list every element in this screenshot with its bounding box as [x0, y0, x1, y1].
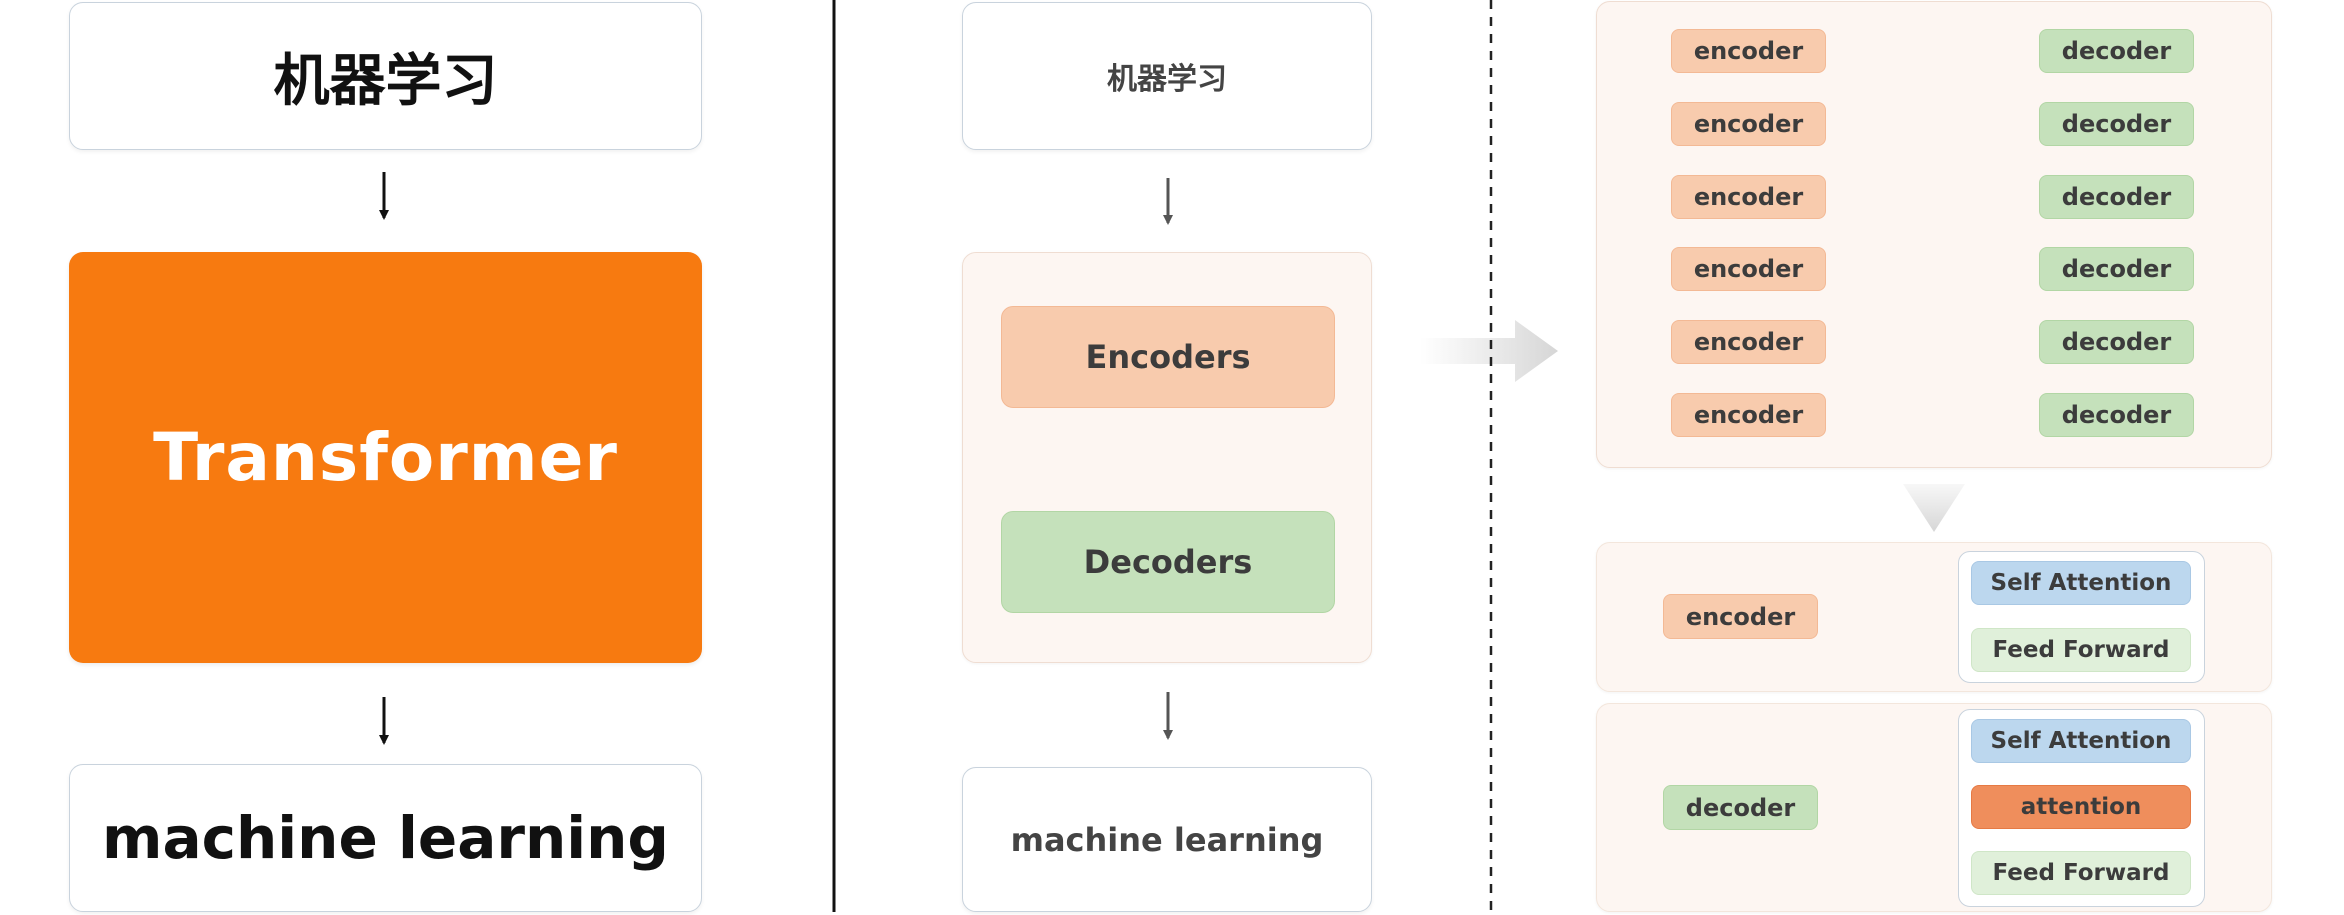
decoder-feed-forward: Feed Forward	[1971, 851, 2191, 895]
stack-decoder-5: decoder	[2039, 320, 2194, 364]
encoder-self-attention: Self Attention	[1971, 561, 2191, 605]
stack-decoder-label: decoder	[2061, 255, 2172, 283]
encoder-feed-forward: Feed Forward	[1971, 628, 2191, 672]
stack-encoder-6: encoder	[1671, 393, 1826, 437]
stack-decoder-1: decoder	[2039, 29, 2194, 73]
detail-encoder-label: encoder	[1685, 602, 1796, 631]
left-bottom-box: machine learning	[69, 764, 702, 912]
stack-encoder-label: encoder	[1693, 110, 1804, 138]
transformer-label: Transformer	[153, 419, 618, 496]
stack-encoder-label: encoder	[1693, 401, 1804, 429]
decoder-self-attention: Self Attention	[1971, 719, 2191, 763]
detail-decoder: decoder	[1663, 785, 1818, 830]
stack-encoder-4: encoder	[1671, 247, 1826, 291]
decoder-attention-label: attention	[2020, 794, 2142, 820]
decoder-feed-forward-label: Feed Forward	[1992, 860, 2170, 886]
decoders-block: Decoders	[1001, 511, 1335, 613]
encoder-self-attention-label: Self Attention	[1990, 570, 2172, 596]
stack-decoder-3: decoder	[2039, 175, 2194, 219]
transformer-box: Transformer	[69, 252, 702, 663]
stack-encoder-label: encoder	[1693, 183, 1804, 211]
stack-decoder-label: decoder	[2061, 183, 2172, 211]
left-top-box: 机器学习	[69, 2, 702, 150]
stack-decoder-label: decoder	[2061, 37, 2172, 65]
decoder-attention: attention	[1971, 785, 2191, 829]
mid-bottom-box: machine learning	[962, 767, 1372, 912]
big-arrow-right	[1420, 320, 1558, 382]
left-bottom-label: machine learning	[102, 804, 669, 872]
encoders-block: Encoders	[1001, 306, 1335, 408]
stack-encoder-label: encoder	[1693, 328, 1804, 356]
decoders-label: Decoders	[1083, 543, 1253, 581]
stack-decoder-label: decoder	[2061, 401, 2172, 429]
stack-encoder-3: encoder	[1671, 175, 1826, 219]
mid-bottom-label: machine learning	[1010, 820, 1324, 859]
stack-encoder-label: encoder	[1693, 255, 1804, 283]
stack-decoder-2: decoder	[2039, 102, 2194, 146]
decoder-self-attention-label: Self Attention	[1990, 728, 2172, 754]
mid-top-label: 机器学习	[1107, 62, 1227, 97]
mid-top-box: 机器学习	[962, 2, 1372, 150]
stack-encoder-label: encoder	[1693, 37, 1804, 65]
big-arrow-down	[1903, 484, 1965, 532]
stack-encoder-1: encoder	[1671, 29, 1826, 73]
stack-encoder-5: encoder	[1671, 320, 1826, 364]
encoder-feed-forward-label: Feed Forward	[1992, 637, 2170, 663]
stack-decoder-4: decoder	[2039, 247, 2194, 291]
stack-decoder-label: decoder	[2061, 328, 2172, 356]
stack-encoder-2: encoder	[1671, 102, 1826, 146]
left-top-label: 机器学习	[273, 48, 498, 114]
stack-decoder-6: decoder	[2039, 393, 2194, 437]
stack-decoder-label: decoder	[2061, 110, 2172, 138]
detail-decoder-label: decoder	[1685, 793, 1796, 822]
encoders-label: Encoders	[1085, 338, 1251, 376]
detail-encoder: encoder	[1663, 594, 1818, 639]
